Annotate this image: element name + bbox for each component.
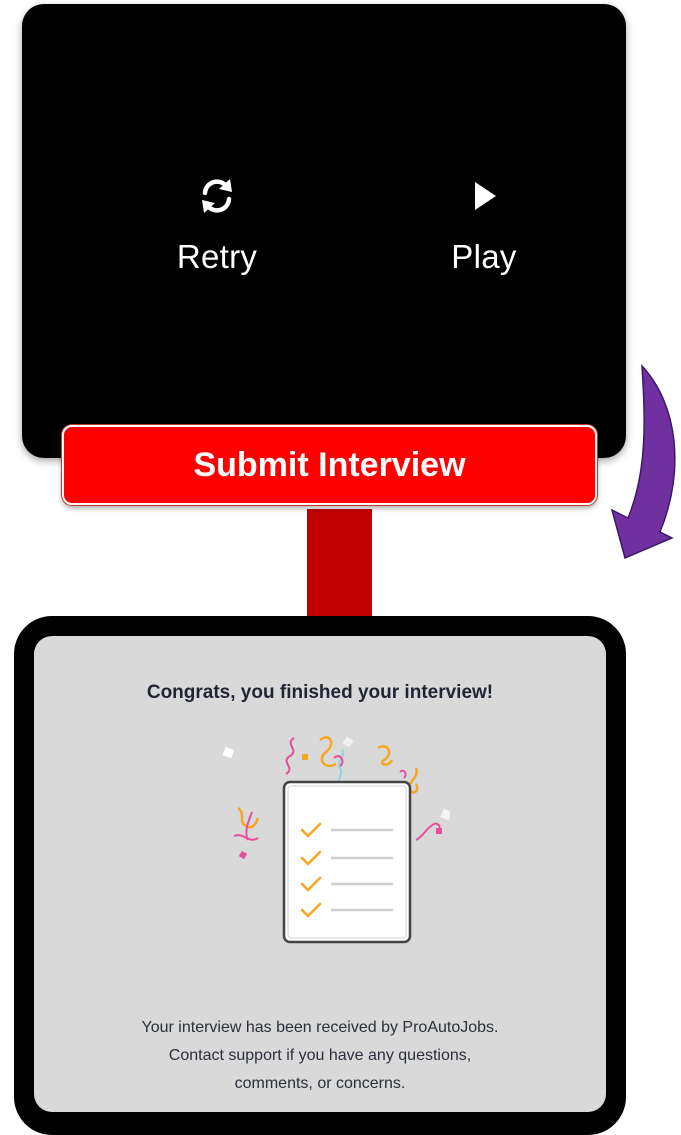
confetti-piece <box>302 754 308 760</box>
checklist-confetti-illustration <box>222 736 450 944</box>
confetti-piece <box>436 828 442 834</box>
completion-screen: Congrats, you finished your interview! Y… <box>34 636 606 1112</box>
play-button[interactable]: Play <box>414 176 554 276</box>
confetti-piece <box>222 746 235 759</box>
submit-interview-label: Submit Interview <box>193 445 466 484</box>
play-icon <box>475 182 496 210</box>
confetti-piece <box>319 736 337 768</box>
confetti-piece <box>285 737 295 775</box>
confetti-piece <box>238 850 248 860</box>
confetti-piece <box>342 736 354 748</box>
confirmation-message: Your interview has been received by ProA… <box>141 1019 499 1092</box>
curved-arrow-icon <box>610 363 676 560</box>
confetti-piece <box>440 808 450 821</box>
confetti-piece <box>377 745 394 766</box>
congrats-title: Congrats, you finished your interview! <box>146 682 494 703</box>
connector-bar <box>307 509 372 619</box>
confetti-piece <box>399 769 407 779</box>
submit-interview-button[interactable]: Submit Interview <box>62 425 597 505</box>
retry-button[interactable]: Retry <box>147 176 287 276</box>
video-player: Retry Play <box>22 4 626 458</box>
retry-label: Retry <box>176 238 258 275</box>
play-label: Play <box>451 238 517 275</box>
refresh-icon <box>202 179 232 213</box>
phone-frame: Congrats, you finished your interview! Y… <box>14 616 626 1135</box>
